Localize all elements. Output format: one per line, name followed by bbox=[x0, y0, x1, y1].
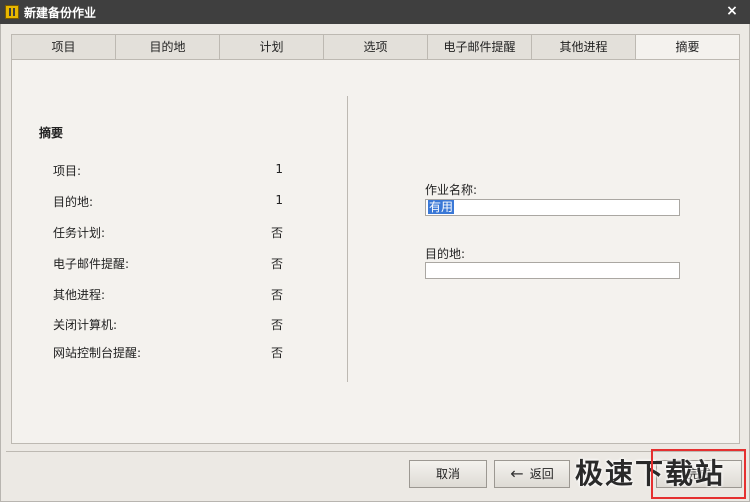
tab-items[interactable]: 项目 bbox=[11, 34, 115, 60]
finish-button-label: 完成 bbox=[686, 467, 711, 481]
finish-button[interactable]: 完成 bbox=[656, 460, 742, 488]
summary-value: 否 bbox=[270, 257, 283, 271]
job-name-input[interactable]: 有用 bbox=[425, 199, 680, 216]
summary-label: 其他进程: bbox=[53, 288, 106, 302]
tab-other-processes[interactable]: 其他进程 bbox=[531, 34, 635, 60]
close-icon[interactable]: × bbox=[724, 3, 740, 19]
button-bar-divider bbox=[6, 451, 744, 452]
summary-label: 项目: bbox=[53, 164, 82, 178]
cancel-button[interactable]: 取消 bbox=[409, 460, 487, 488]
tab-strip: 项目 目的地 计划 选项 电子邮件提醒 其他进程 摘要 bbox=[11, 34, 740, 60]
summary-label: 电子邮件提醒: bbox=[53, 257, 130, 271]
app-icon bbox=[5, 5, 19, 19]
back-button[interactable]: ← 返回 bbox=[494, 460, 570, 488]
destination-input[interactable] bbox=[425, 262, 680, 279]
job-name-label: 作业名称: bbox=[425, 183, 478, 197]
summary-row-other-processes: 其他进程: 否 bbox=[53, 286, 283, 302]
destination-label: 目的地: bbox=[425, 247, 466, 261]
summary-heading: 摘要 bbox=[39, 126, 64, 140]
arrow-left-icon: ← bbox=[510, 464, 524, 483]
summary-label: 关闭计算机: bbox=[53, 318, 118, 332]
tab-destination[interactable]: 目的地 bbox=[115, 34, 219, 60]
summary-label: 网站控制台提醒: bbox=[53, 346, 142, 360]
tab-email-alerts[interactable]: 电子邮件提醒 bbox=[427, 34, 531, 60]
summary-row-destination: 目的地: 1 bbox=[53, 193, 283, 209]
summary-row-items: 项目: 1 bbox=[53, 162, 283, 178]
summary-row-web-console-alert: 网站控制台提醒: 否 bbox=[53, 344, 283, 360]
summary-label: 目的地: bbox=[53, 195, 94, 209]
job-name-value: 有用 bbox=[428, 200, 455, 214]
summary-value: 否 bbox=[270, 318, 283, 332]
summary-value: 1 bbox=[275, 193, 283, 207]
title-bar: 新建备份作业 × bbox=[0, 0, 750, 24]
panel-divider bbox=[347, 96, 348, 382]
summary-value: 否 bbox=[270, 226, 283, 240]
summary-row-schedule: 任务计划: 否 bbox=[53, 224, 283, 240]
back-button-label: 返回 bbox=[529, 467, 554, 481]
summary-row-shutdown: 关闭计算机: 否 bbox=[53, 316, 283, 332]
summary-value: 否 bbox=[270, 346, 283, 360]
window-title: 新建备份作业 bbox=[24, 5, 97, 20]
summary-row-email-alerts: 电子邮件提醒: 否 bbox=[53, 255, 283, 271]
summary-panel: 摘要 项目: 1 目的地: 1 任务计划: 否 电子邮件提醒: 否 其他进程: … bbox=[11, 59, 740, 444]
tab-summary[interactable]: 摘要 bbox=[635, 34, 740, 60]
summary-label: 任务计划: bbox=[53, 226, 106, 240]
cancel-button-label: 取消 bbox=[435, 467, 460, 481]
tab-schedule[interactable]: 计划 bbox=[219, 34, 323, 60]
summary-value: 否 bbox=[270, 288, 283, 302]
tab-options[interactable]: 选项 bbox=[323, 34, 427, 60]
summary-value: 1 bbox=[275, 162, 283, 176]
